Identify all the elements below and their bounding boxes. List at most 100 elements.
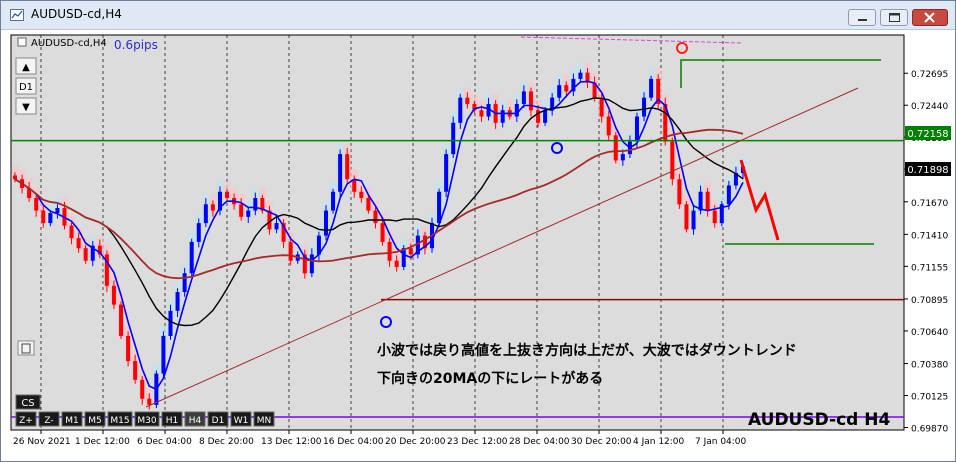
x-tick-label: 13 Dec 12:00 <box>261 437 322 447</box>
candle-body <box>331 191 336 211</box>
candle-body <box>726 185 731 205</box>
scroll-up-button[interactable]: ▲ <box>15 57 37 75</box>
cs-label: CS <box>21 398 34 409</box>
candle-body <box>705 191 710 211</box>
y-tick-label: 0.70895 <box>911 296 948 306</box>
candle-body <box>323 210 328 236</box>
tf-button-label: MN <box>257 416 272 426</box>
tf-button-m15[interactable]: M15 <box>107 411 133 427</box>
candle-body <box>34 198 39 211</box>
y-tick-label: 0.70640 <box>911 328 948 338</box>
candle-body <box>387 241 392 261</box>
tf-button-label: M30 <box>137 416 156 426</box>
tf-button-label: D1 <box>212 416 225 426</box>
candle-body <box>253 198 258 211</box>
candle-body <box>479 110 484 117</box>
x-tick-label: 1 Dec 12:00 <box>75 437 130 447</box>
candle-body <box>458 97 463 123</box>
chart-window-icon <box>10 9 24 21</box>
x-tick-label: 28 Dec 04:00 <box>509 437 570 447</box>
tf-button-zminus[interactable]: Z- <box>38 411 60 427</box>
tf-button-m5[interactable]: M5 <box>84 411 106 427</box>
tf-button-w1[interactable]: W1 <box>230 411 252 427</box>
candle-body <box>606 116 611 136</box>
terminal-window: AUDUSD-cd,H4 0.726950.724400.721850.7193… <box>0 0 956 462</box>
tf-button-label: H4 <box>189 416 202 426</box>
tf-button-label: M1 <box>65 416 79 426</box>
price-chart[interactable]: 0.726950.724400.721850.719300.716700.714… <box>1 30 955 461</box>
candle-body <box>543 110 548 123</box>
tf-button-m1[interactable]: M1 <box>61 411 83 427</box>
tf-button-m30[interactable]: M30 <box>134 411 160 427</box>
candle-body <box>677 179 682 205</box>
chart-area[interactable]: 0.726950.724400.721850.719300.716700.714… <box>1 30 955 461</box>
tf-button-mn[interactable]: MN <box>253 411 275 427</box>
candle-body <box>444 154 449 192</box>
symbol-toggle-icon[interactable] <box>17 37 27 47</box>
candle-body <box>642 97 647 117</box>
up-arrow-icon: ▲ <box>22 62 30 73</box>
candle-body <box>119 304 124 336</box>
current-price-tag: 0.71898 <box>905 162 951 176</box>
candle-body <box>465 97 470 104</box>
y-tick-label: 0.70125 <box>911 393 948 403</box>
candle-body <box>161 335 166 374</box>
current-price: 0.71898 <box>907 165 948 176</box>
candle-body <box>147 398 152 405</box>
y-tick-label: 0.69870 <box>911 424 948 434</box>
timeframe-label: D1 <box>19 82 33 93</box>
maximize-icon <box>889 13 900 22</box>
timeframe-select-button[interactable]: D1 <box>15 77 37 95</box>
candle-body <box>182 273 187 293</box>
tf-button-label: W1 <box>234 416 249 426</box>
tf-button-label: Z- <box>44 416 53 426</box>
candle-body <box>373 210 378 224</box>
tf-button-d1[interactable]: D1 <box>207 411 229 427</box>
down-arrow-icon: ▼ <box>22 102 30 113</box>
candle-body <box>175 292 180 311</box>
title-bar[interactable]: AUDUSD-cd,H4 <box>1 1 955 30</box>
minimize-icon <box>858 19 867 21</box>
candle-body <box>649 78 654 98</box>
x-tick-label: 23 Dec 12:00 <box>447 437 508 447</box>
candle-body <box>288 241 293 261</box>
scroll-down-button[interactable]: ▼ <box>15 97 37 115</box>
candle-body <box>203 204 208 224</box>
y-tick-label: 0.72695 <box>911 70 948 80</box>
tf-button-label: H1 <box>166 416 179 426</box>
x-tick-label: 26 Nov 2021 <box>13 437 71 447</box>
resistance-price: 0.72158 <box>907 129 948 140</box>
tf-button-h4[interactable]: H4 <box>184 411 206 427</box>
candle-body <box>126 335 131 362</box>
y-tick-label: 0.71155 <box>911 263 948 273</box>
candle-body <box>345 154 350 180</box>
candle-body <box>359 191 364 199</box>
watermark: AUDUSD-cd H4 <box>748 410 890 430</box>
spread-label: 0.6pips <box>114 38 158 52</box>
candle-body <box>48 213 53 224</box>
maximize-button[interactable] <box>880 9 908 26</box>
window-title: AUDUSD-cd,H4 <box>31 7 122 21</box>
symbol-label: AUDUSD-cd,H4 <box>31 38 107 49</box>
resistance-price-tag: 0.72158 <box>905 126 951 140</box>
x-tick-label: 30 Dec 20:00 <box>571 437 632 447</box>
minimize-button[interactable] <box>848 9 876 26</box>
tf-button-zplus[interactable]: Z+ <box>15 411 37 427</box>
tf-button-label: Z+ <box>19 416 33 426</box>
candle-body <box>620 154 625 161</box>
clipboard-button[interactable] <box>17 340 35 356</box>
candle-body <box>564 85 569 92</box>
candle-body <box>41 210 46 224</box>
tf-button-h1[interactable]: H1 <box>161 411 183 427</box>
x-tick-label: 20 Dec 20:00 <box>385 437 446 447</box>
candle-body <box>196 223 201 242</box>
candle-body <box>514 103 519 117</box>
candle-body <box>599 97 604 117</box>
candle-body <box>140 379 145 399</box>
candle-body <box>83 248 88 261</box>
candle-body <box>210 204 215 211</box>
close-button[interactable] <box>912 9 948 26</box>
cs-button[interactable]: CS <box>15 394 41 410</box>
candle-body <box>69 225 74 239</box>
candle-body <box>712 210 717 224</box>
